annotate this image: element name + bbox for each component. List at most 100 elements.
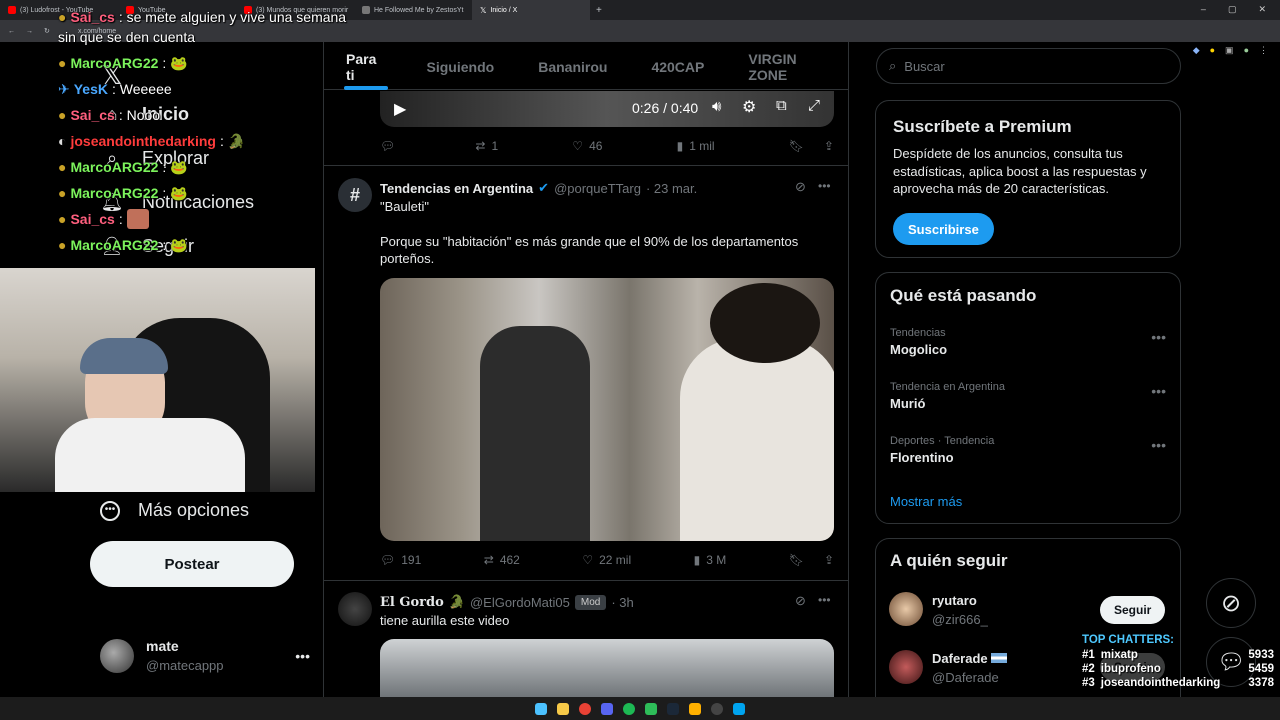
author-name[interactable]: El Gordo	[380, 595, 444, 610]
steam-icon[interactable]	[667, 702, 679, 715]
reply-button[interactable]: 💬︎	[380, 139, 401, 153]
share-icon[interactable]: ⇪	[824, 139, 834, 153]
volume-icon[interactable]: 🔊︎	[712, 98, 721, 115]
show-more-link[interactable]: Mostrar más	[890, 494, 962, 509]
pip-icon[interactable]: ⧉	[776, 97, 787, 114]
menu-dots-icon[interactable]: ⋮	[1259, 45, 1268, 56]
emoji-icon: 🐊	[448, 594, 465, 609]
premium-body: Despídete de los anuncios, consulta tus …	[893, 146, 1147, 196]
flag-icon	[991, 653, 1008, 663]
maximize-icon[interactable]: ▢	[1228, 4, 1237, 15]
chat-text: :	[118, 211, 123, 227]
like-button[interactable]: ♡ 46	[572, 139, 602, 153]
music-icon	[362, 6, 370, 14]
reply-button[interactable]: 💬︎ 191	[380, 553, 421, 567]
settings-icon[interactable]: ⚙	[742, 97, 756, 117]
grok-button[interactable]: ⊘	[1206, 578, 1256, 628]
close-icon[interactable]: ✕	[1258, 4, 1266, 15]
account-switcher[interactable]: mate @matecappp •••	[100, 638, 310, 673]
tweet-date[interactable]: · 23 mar.	[646, 181, 697, 196]
tweet-video[interactable]	[380, 278, 834, 541]
suggestion-name[interactable]: ryutaro	[932, 593, 977, 608]
more-dots-icon[interactable]: •••	[295, 648, 310, 664]
bookmark-icon: 🔖︎	[788, 139, 804, 153]
trend-item[interactable]: Deportes · Tendencia Florentino	[890, 435, 994, 465]
more-dots-icon[interactable]: •••	[1151, 329, 1166, 345]
chat-message: ● Sai_cs:	[58, 206, 358, 232]
obs-icon[interactable]	[711, 702, 723, 715]
more-dots-icon[interactable]: •••	[1151, 437, 1166, 453]
discord-icon[interactable]	[601, 702, 613, 715]
search-input[interactable]: ⌕ Buscar	[876, 48, 1181, 84]
avatar[interactable]	[889, 650, 923, 684]
more-dots-icon[interactable]: •••	[1151, 383, 1166, 399]
grok-icon[interactable]: ⊘	[795, 179, 806, 195]
chat-username: Sai_cs	[70, 107, 115, 123]
author-name[interactable]: Tendencias en Argentina	[380, 181, 533, 196]
tweet-text: tiene aurilla este video	[380, 613, 510, 628]
tab-virgin-zone[interactable]: VIRGIN ZONE	[726, 44, 826, 90]
tweet-date[interactable]: · 3h	[611, 595, 633, 610]
app-icon[interactable]	[689, 702, 701, 715]
fullscreen-icon[interactable]: ⤢	[808, 97, 820, 114]
reply-icon: 💬︎	[380, 553, 396, 567]
tab-bananirou[interactable]: Bananirou	[516, 44, 607, 90]
divider	[324, 165, 848, 166]
avatar[interactable]	[338, 592, 372, 626]
author-handle[interactable]: @ElGordoMati05	[470, 595, 570, 610]
suggestion-handle: @zir666_	[932, 612, 988, 627]
repost-icon: ⇄	[475, 139, 486, 153]
window-controls: – ▢ ✕	[1201, 4, 1266, 15]
extension-icon[interactable]: ▣	[1225, 45, 1234, 56]
browser-tab[interactable]: He Followed Me by ZestosYt	[354, 0, 472, 20]
app-icon[interactable]	[733, 702, 745, 715]
views-button[interactable]: ▮ 3 M	[694, 553, 727, 567]
like-button[interactable]: ♡ 22 mil	[582, 553, 631, 567]
back-icon[interactable]: ←	[8, 28, 15, 35]
views-button[interactable]: ▮ 1 mil	[677, 139, 715, 153]
post-button[interactable]: Postear	[90, 541, 294, 587]
minimize-icon[interactable]: –	[1201, 4, 1206, 15]
subscribe-button[interactable]: Suscribirse	[893, 213, 994, 245]
heart-icon: ♡	[582, 553, 594, 567]
app-icon[interactable]	[645, 702, 657, 715]
tab-420cap[interactable]: 420CAP	[629, 44, 704, 90]
reload-icon[interactable]: ↻	[44, 27, 50, 35]
extension-icon[interactable]: ●	[1210, 45, 1215, 56]
repost-button[interactable]: ⇄ 1	[475, 139, 498, 153]
follow-button[interactable]: Seguir	[1100, 596, 1166, 624]
repost-button[interactable]: ⇄ 462	[484, 553, 520, 567]
bookmark-button[interactable]: 🔖︎ ⇪	[789, 139, 834, 153]
trend-item[interactable]: Tendencias Mogolico	[890, 327, 947, 357]
more-dots-icon[interactable]: •••	[818, 593, 831, 607]
chrome-icon[interactable]	[579, 702, 591, 715]
extension-icon[interactable]: ◆	[1193, 45, 1200, 56]
new-tab-icon[interactable]: +	[596, 5, 602, 16]
video-player[interactable]: ▶ 0:26 / 0:40 🔊︎ ⚙ ⧉ ⤢	[380, 91, 834, 127]
tweet-video[interactable]	[380, 639, 834, 697]
browser-tab-active[interactable]: 𝕏 Inicio / X	[472, 0, 590, 20]
play-icon[interactable]: ▶	[394, 99, 406, 119]
suggestion-name[interactable]: Daferade	[932, 651, 1008, 666]
trend-item[interactable]: Tendencia en Argentina Murió	[890, 381, 1005, 411]
windows-start-icon[interactable]	[535, 702, 547, 715]
profile-avatar-icon[interactable]: ●	[1244, 45, 1249, 56]
nav-more-options[interactable]: ••• Más opciones	[100, 500, 249, 521]
top-chatters-title: TOP CHATTERS:	[1082, 634, 1175, 646]
tab-siguiendo[interactable]: Siguiendo	[405, 44, 495, 90]
trends-title: Qué está pasando	[890, 286, 1037, 305]
trends-card: Qué está pasando Tendencias Mogolico ••• …	[875, 272, 1181, 524]
file-explorer-icon[interactable]	[557, 702, 569, 715]
grok-icon[interactable]: ⊘	[795, 593, 806, 609]
mod-badge: Mod	[574, 594, 607, 610]
forward-icon[interactable]: →	[26, 28, 33, 35]
more-dots-icon[interactable]: •••	[818, 179, 831, 193]
badge-icon: ●	[58, 107, 67, 123]
spotify-icon[interactable]	[623, 702, 635, 715]
more-circle-icon: •••	[100, 500, 120, 521]
avatar[interactable]	[889, 592, 923, 626]
premium-card: Suscríbete a Premium Despídete de los an…	[875, 100, 1181, 258]
author-handle[interactable]: @porqueTTarg	[554, 181, 641, 196]
share-icon[interactable]: ⇪	[824, 553, 834, 567]
bookmark-button[interactable]: 🔖︎ ⇪	[789, 553, 834, 567]
